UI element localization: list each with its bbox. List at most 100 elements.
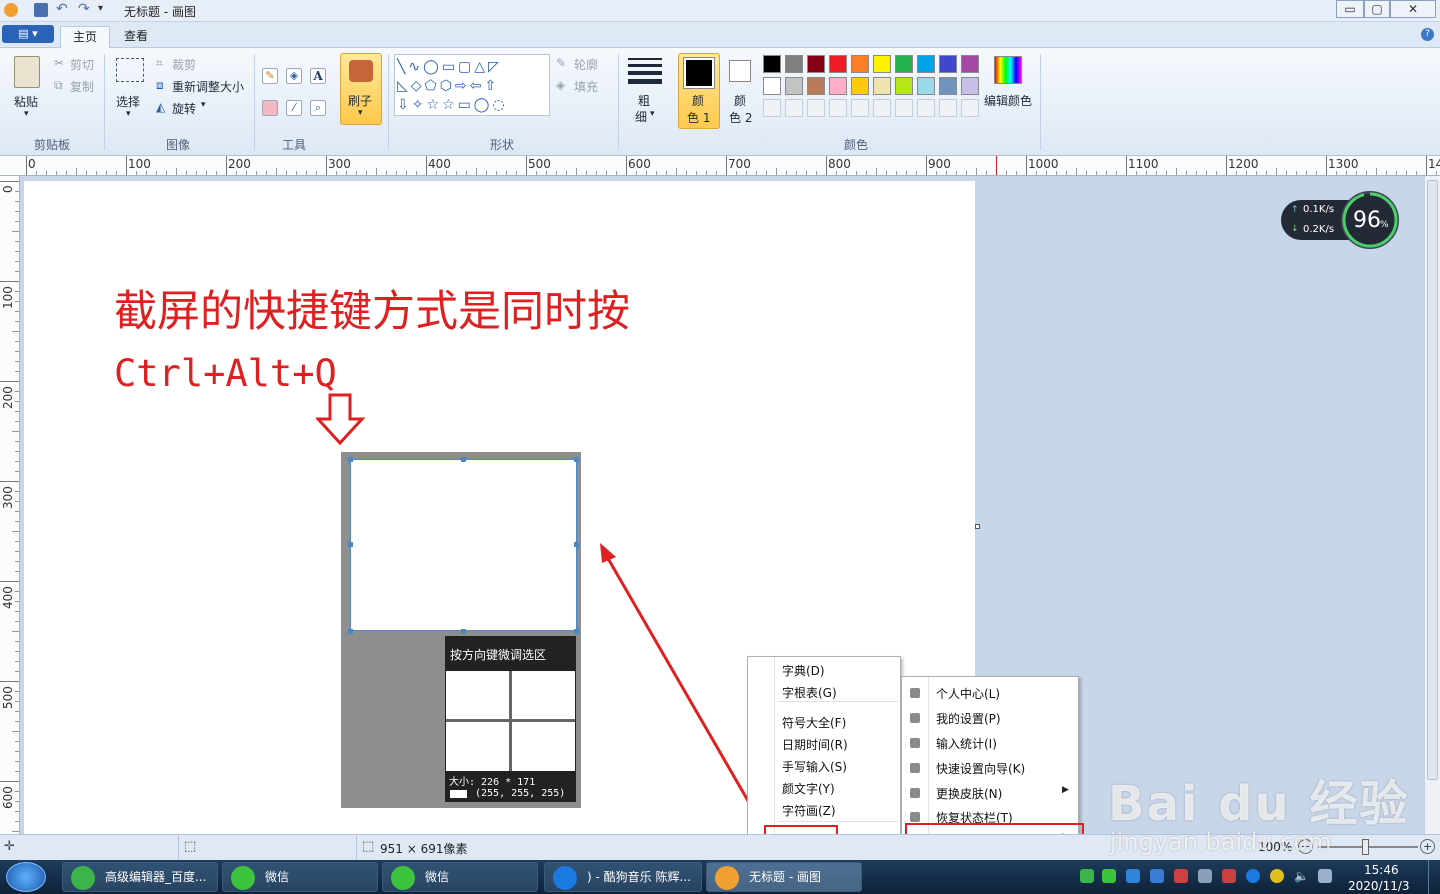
tray-network-icon[interactable] xyxy=(1198,869,1212,883)
select-dropdown-icon[interactable]: ▾ xyxy=(126,109,131,119)
color2-label[interactable]: 颜 xyxy=(734,92,746,109)
zoom-slider-thumb[interactable] xyxy=(1362,839,1369,855)
custom-color-slot[interactable] xyxy=(763,99,781,117)
tray-app3-icon[interactable] xyxy=(1270,869,1284,883)
custom-color-slot[interactable] xyxy=(785,99,803,117)
canvas-resize-handle[interactable] xyxy=(975,524,980,529)
menu-item[interactable]: 字符画(Z) xyxy=(782,802,836,819)
crop-button[interactable]: 裁剪 xyxy=(172,56,196,73)
selection-region[interactable] xyxy=(350,459,577,631)
volume-icon[interactable]: 🔈 xyxy=(1294,869,1309,883)
paste-button[interactable]: 粘贴 xyxy=(14,93,38,110)
shapes-row1-icon[interactable]: ╲∿◯▭▢△◸ xyxy=(397,57,502,77)
menu-item[interactable]: 手写输入(S) xyxy=(782,758,847,775)
custom-color-slot[interactable] xyxy=(807,99,825,117)
menu-item[interactable]: 输入统计(I) xyxy=(936,735,997,752)
color-swatch[interactable] xyxy=(763,55,781,73)
minimize-button[interactable]: ▭ xyxy=(1336,0,1364,18)
custom-color-slot[interactable] xyxy=(873,99,891,117)
edit-colors-icon[interactable] xyxy=(994,56,1022,84)
crop-icon[interactable]: ⌗ xyxy=(156,56,163,71)
paste-icon[interactable] xyxy=(14,56,40,88)
color-swatch[interactable] xyxy=(917,55,935,73)
copy-button[interactable]: 复制 xyxy=(70,78,94,95)
selection-handle[interactable] xyxy=(574,457,579,462)
taskbar-item-wechat[interactable]: 微信 xyxy=(222,862,378,892)
size-label-thick[interactable]: 粗 xyxy=(638,92,650,109)
resize-button[interactable]: 重新调整大小 xyxy=(172,78,244,95)
color-swatch[interactable] xyxy=(829,55,847,73)
tray-wechat-icon[interactable] xyxy=(1102,869,1116,883)
menu-item[interactable]: 字根表(G) xyxy=(782,684,837,701)
color-swatch[interactable] xyxy=(917,77,935,95)
selection-handle[interactable] xyxy=(461,457,466,462)
save-icon[interactable] xyxy=(34,3,48,17)
color-swatch[interactable] xyxy=(961,55,979,73)
magnifier-icon[interactable]: ⌕ xyxy=(310,100,326,116)
custom-color-slot[interactable] xyxy=(829,99,847,117)
cut-button[interactable]: 剪切 xyxy=(70,56,94,73)
paste-dropdown-icon[interactable]: ▾ xyxy=(24,109,29,119)
color-swatch[interactable] xyxy=(829,77,847,95)
shapes-row2-icon[interactable]: ◺◇⬠⬡⇨⇦⇧ xyxy=(397,76,499,96)
tray-security-icon[interactable] xyxy=(1150,869,1164,883)
fill-button[interactable]: 填充 xyxy=(574,78,598,95)
selection-handle[interactable] xyxy=(348,457,353,462)
custom-color-slot[interactable] xyxy=(939,99,957,117)
color-swatch[interactable] xyxy=(807,77,825,95)
color-swatch[interactable] xyxy=(895,55,913,73)
file-menu-button[interactable]: ▤ ▾ xyxy=(2,25,54,43)
taskbar-item-wechat-2[interactable]: 微信 xyxy=(382,862,538,892)
selection-handle[interactable] xyxy=(461,629,466,634)
copy-icon[interactable]: ⧉ xyxy=(54,78,63,93)
redo-icon[interactable]: ↷ xyxy=(78,2,92,17)
color-picker-icon[interactable]: ⁄ xyxy=(286,100,302,116)
menu-item[interactable]: 颜文字(Y) xyxy=(782,780,835,797)
custom-color-slot[interactable] xyxy=(895,99,913,117)
clock-time[interactable]: 15:46 xyxy=(1364,863,1399,877)
tray-app2-icon[interactable] xyxy=(1174,869,1188,883)
menu-item[interactable]: 日期时间(R) xyxy=(782,736,848,753)
color-swatch[interactable] xyxy=(961,77,979,95)
customize-quick-access-icon[interactable]: ▾ xyxy=(98,3,112,17)
select-button[interactable]: 选择 xyxy=(116,93,140,110)
custom-color-slot[interactable] xyxy=(961,99,979,117)
color-swatch[interactable] xyxy=(785,55,803,73)
menu-item[interactable]: 快速设置向导(K) xyxy=(936,760,1025,777)
close-button[interactable]: ✕ xyxy=(1390,0,1436,18)
vertical-scrollbar[interactable] xyxy=(1424,176,1440,834)
clock-date[interactable]: 2020/11/3 xyxy=(1348,879,1410,893)
menu-item[interactable]: 个人中心(L) xyxy=(936,685,1000,702)
size-label-thin[interactable]: 细 xyxy=(635,108,647,125)
color-swatch[interactable] xyxy=(873,77,891,95)
custom-color-slot[interactable] xyxy=(917,99,935,117)
fill-bucket-icon[interactable]: ◈ xyxy=(286,68,302,84)
rotate-icon[interactable]: ◭ xyxy=(156,100,165,114)
selection-handle[interactable] xyxy=(348,629,353,634)
restore-button[interactable]: ▢ xyxy=(1364,0,1390,18)
cut-icon[interactable]: ✂ xyxy=(54,56,64,70)
size-icon[interactable] xyxy=(628,58,662,84)
color-swatch[interactable] xyxy=(939,55,957,73)
size-dropdown-icon[interactable]: ▾ xyxy=(650,109,655,119)
start-button[interactable] xyxy=(6,862,46,892)
tray-app-icon[interactable] xyxy=(1126,869,1140,883)
scrollbar-thumb[interactable] xyxy=(1427,180,1438,780)
color-swatch[interactable] xyxy=(851,55,869,73)
taskbar-item-kugou[interactable]: ) - 酷狗音乐 陈辉... xyxy=(544,862,702,892)
custom-color-slot[interactable] xyxy=(851,99,869,117)
shapes-gallery[interactable]: ╲∿◯▭▢△◸ ◺◇⬠⬡⇨⇦⇧ ⇩✧☆☆▭◯◌ xyxy=(394,54,550,116)
zoom-in-button[interactable]: + xyxy=(1420,839,1435,854)
action-center-icon[interactable] xyxy=(1318,869,1332,883)
select-icon[interactable] xyxy=(116,58,144,82)
tab-view[interactable]: 查看 xyxy=(112,26,160,48)
outline-icon[interactable]: ✎ xyxy=(556,56,566,70)
menu-item[interactable]: 我的设置(P) xyxy=(936,710,1001,727)
color-swatch[interactable] xyxy=(895,77,913,95)
tray-sogou-icon[interactable] xyxy=(1080,869,1094,883)
selection-handle[interactable] xyxy=(574,629,579,634)
color-swatch[interactable] xyxy=(939,77,957,95)
color-swatch[interactable] xyxy=(763,77,781,95)
tray-flag-icon[interactable] xyxy=(1222,869,1236,883)
undo-icon[interactable]: ↶ xyxy=(56,2,70,17)
